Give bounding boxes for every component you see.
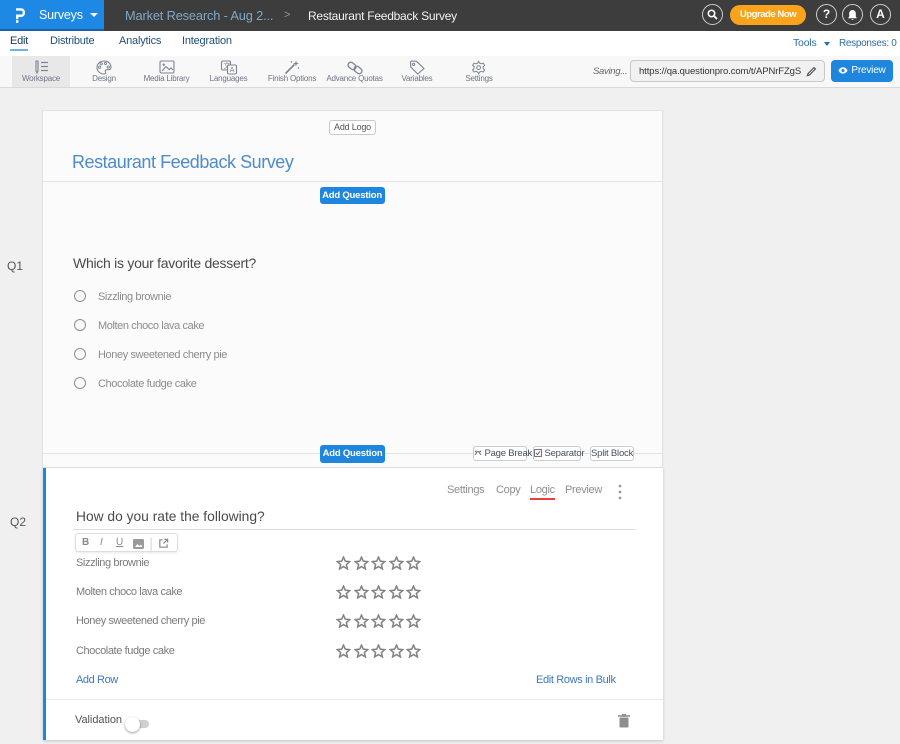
- svg-text:A: A: [229, 67, 234, 74]
